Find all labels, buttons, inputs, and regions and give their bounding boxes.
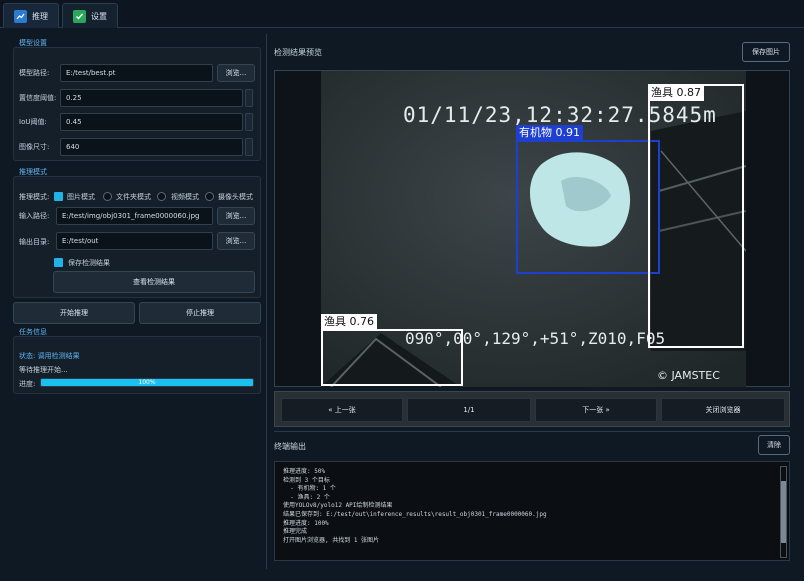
mode-folder-radio[interactable] [103, 192, 112, 201]
mode-label: 推理模式: [19, 193, 50, 201]
iou-input[interactable]: 0.45 [60, 113, 243, 131]
next-image-button[interactable]: 下一张 » [535, 398, 657, 422]
detection-image: 01/11/23,12:32:27.5845m 090°,00°,129°,+5… [321, 71, 746, 387]
model-browse-button[interactable]: 浏览... [217, 64, 255, 82]
iou-spinner[interactable] [245, 113, 253, 131]
model-path-input[interactable]: E:/test/best.pt [60, 64, 213, 82]
detection-box-organic [516, 140, 660, 274]
page-indicator: 1/1 [407, 398, 531, 422]
terminal-scrollbar[interactable] [780, 466, 787, 558]
mode-image-radio[interactable] [54, 192, 63, 201]
progress-text: 100% [138, 379, 156, 386]
save-results-label: 保存检测结果 [68, 259, 110, 267]
progress-bar: 100% [40, 378, 254, 387]
detection-box-gear-1 [648, 84, 744, 348]
overlay-credit: © JAMSTEC [657, 369, 720, 382]
splitter[interactable] [266, 34, 267, 569]
output-dir-label: 输出目录: [19, 238, 50, 246]
detection-label-organic: 有机物 0.91 [516, 125, 583, 141]
detection-box-gear-2 [321, 329, 463, 386]
terminal-line: 推理进度: 50% [283, 468, 326, 475]
mode-folder-label: 文件夹模式 [116, 193, 151, 201]
mode-image-label: 图片模式 [67, 193, 95, 201]
terminal-line: 结果已保存到: E:/test/out\inference_results\re… [283, 510, 547, 518]
tab-inference[interactable]: 推理 [3, 3, 59, 28]
tab-bar: 推理 设置 [0, 0, 804, 28]
terminal-line: 检测到 3 个目标 [283, 476, 330, 484]
clear-terminal-button[interactable]: 清除 [758, 435, 790, 455]
terminal-line: 推理完成 [283, 528, 308, 536]
check-square-icon [73, 9, 86, 23]
image-navigation-bar: « 上一张 1/1 下一张 » 关闭浏览器 [274, 391, 790, 427]
stop-inference-button[interactable]: 停止推理 [139, 302, 261, 324]
imgsz-input[interactable]: 640 [60, 138, 243, 156]
mode-video-radio[interactable] [157, 192, 166, 201]
output-browse-button[interactable]: 浏览... [217, 232, 255, 250]
input-path-field[interactable]: E:/test/img/obj0301_frame0000060.jpg [56, 207, 213, 225]
imgsz-label: 图像尺寸: [19, 143, 50, 151]
iou-label: IoU阈值: [19, 118, 47, 126]
progress-label: 进度: [19, 380, 36, 388]
scrollbar-thumb[interactable] [781, 481, 786, 543]
divider [274, 431, 790, 432]
tab-label: 设置 [91, 11, 107, 21]
mode-camera-label: 摄像头模式 [218, 193, 253, 201]
save-results-checkbox[interactable] [54, 258, 63, 267]
preview-title: 检测结果预览 [274, 48, 322, 57]
conf-input[interactable]: 0.25 [60, 89, 243, 107]
detection-label-gear-2: 渔具 0.76 [321, 314, 377, 330]
conf-spinner[interactable] [245, 89, 253, 107]
status-text: 状态: 调用检测结果 [19, 352, 80, 360]
conf-label: 置信度阈值: [19, 94, 57, 102]
terminal-line: - 有机物: 1 个 [283, 485, 336, 493]
terminal-output: 推理进度: 50% 检测到 3 个目标 - 有机物: 1 个 - 渔具: 2 个… [274, 461, 790, 561]
waiting-text: 等待推理开始... [19, 366, 68, 374]
imgsz-spinner[interactable] [245, 138, 253, 156]
output-dir-field[interactable]: E:/test/out [56, 232, 213, 250]
mode-video-label: 视频模式 [171, 193, 199, 201]
terminal-line: 打开图片浏览器, 共找到 1 张图片 [283, 536, 380, 544]
tab-label: 推理 [32, 11, 48, 21]
chart-line-icon [14, 9, 27, 23]
terminal-title: 终端输出 [274, 442, 306, 451]
start-inference-button[interactable]: 开始推理 [13, 302, 135, 324]
terminal-line: 使用YOLOv8/yolo12 API绘制检测结果 [283, 502, 393, 510]
terminal-line: 推理进度: 100% [283, 519, 329, 527]
image-viewer: 01/11/23,12:32:27.5845m 090°,00°,129°,+5… [274, 70, 790, 387]
input-browse-button[interactable]: 浏览... [217, 207, 255, 225]
tab-settings[interactable]: 设置 [62, 3, 118, 28]
close-viewer-button[interactable]: 关闭浏览器 [661, 398, 785, 422]
input-path-label: 输入路径: [19, 212, 50, 220]
save-image-button[interactable]: 保存图片 [742, 42, 790, 62]
detection-label-gear-1: 渔具 0.87 [648, 84, 704, 101]
mode-camera-radio[interactable] [205, 192, 214, 201]
prev-image-button[interactable]: « 上一张 [281, 398, 403, 422]
view-results-button[interactable]: 查看检测结果 [53, 271, 255, 293]
model-path-label: 模型路径: [19, 69, 50, 77]
